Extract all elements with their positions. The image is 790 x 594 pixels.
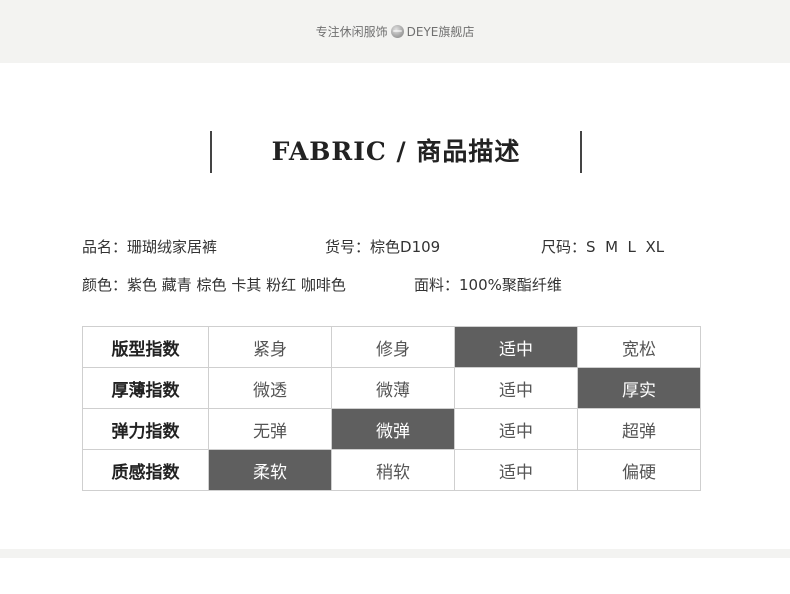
option-cell: 超弹 [577,408,701,450]
option-cell: 稍软 [331,449,455,491]
product-sku-label: 货号： [325,238,371,256]
row-label: 弹力指数 [82,408,209,450]
product-sku: 货号：棕色D109 [325,236,440,257]
option-cell: 无弹 [208,408,332,450]
option-cell: 偏硬 [577,449,701,491]
row-label: 质感指数 [82,449,209,491]
brand-name: DEYE旗舰店 [406,25,475,39]
product-sku-value: 棕色D109 [370,238,441,256]
product-fabric: 面料：100%聚酯纤维 [414,274,562,295]
row-label: 版型指数 [82,326,209,368]
title-zh: 商品描述 [416,137,521,166]
product-fabric-label: 面料： [414,276,460,294]
table-row: 厚薄指数 微透 微薄 适中 厚实 [82,367,701,409]
product-fabric-value: 100%聚酯纤维 [459,276,562,294]
bottom-divider [0,549,790,558]
option-cell: 微透 [208,367,332,409]
option-cell-selected: 柔软 [208,449,332,491]
product-colors: 颜色：紫色 藏青 棕色 卡其 粉红 咖啡色 [82,274,346,295]
row-label: 厚薄指数 [82,367,209,409]
spec-index-table: 版型指数 紧身 修身 适中 宽松 厚薄指数 微透 微薄 适中 厚实 弹力指数 无… [82,326,701,491]
slogan-text: 专注休闲服饰 [315,25,388,39]
store-slogan: 专注休闲服饰 DEYE旗舰店 [315,23,475,40]
product-name: 品名：珊瑚绒家居裤 [82,236,217,257]
option-cell-selected: 微弹 [331,408,455,450]
title-divider-right [580,131,582,173]
option-cell-selected: 适中 [454,326,578,368]
option-cell: 紧身 [208,326,332,368]
option-cell-selected: 厚实 [577,367,701,409]
option-cell: 适中 [454,449,578,491]
option-cell: 宽松 [577,326,701,368]
store-header-bar: 专注休闲服饰 DEYE旗舰店 [0,0,790,63]
product-size-label: 尺码： [541,238,587,256]
option-cell: 适中 [454,367,578,409]
product-name-label: 品名： [82,238,128,256]
title-en: FABRIC [271,137,387,166]
product-colors-value: 紫色 藏青 棕色 卡其 粉红 咖啡色 [127,276,346,294]
option-cell: 适中 [454,408,578,450]
globe-icon [390,25,404,38]
product-size-value: S M L XL [586,238,665,256]
section-title-text: FABRIC / 商品描述 [210,131,582,173]
option-cell: 微薄 [331,367,455,409]
title-separator: / [396,137,407,166]
option-cell: 修身 [331,326,455,368]
table-row: 版型指数 紧身 修身 适中 宽松 [82,326,701,368]
table-row: 弹力指数 无弹 微弹 适中 超弹 [82,408,701,450]
product-colors-label: 颜色： [82,276,128,294]
section-title: FABRIC / 商品描述 [210,131,582,173]
table-row: 质感指数 柔软 稍软 适中 偏硬 [82,449,701,491]
product-size: 尺码：S M L XL [541,236,664,257]
product-name-value: 珊瑚绒家居裤 [127,238,218,256]
